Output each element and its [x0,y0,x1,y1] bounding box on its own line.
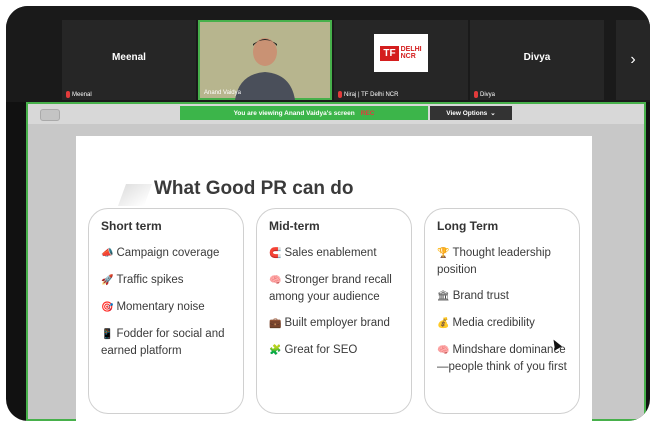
megaphone-icon: 📣 [101,248,114,259]
list-item: 🎯 Momentary noise [101,299,231,316]
list-item: 🧩 Great for SEO [269,342,399,359]
bank-icon: 🏛 [437,291,450,302]
mid-term-card: Mid-term 🧲 Sales enablement 🧠 Stronger bra… [256,208,412,414]
list-item: 🏆 Thought leadership position [437,247,551,276]
muted-mic-icon [338,91,342,98]
list-item: 🧠 Mindshare dominance—people think of you… [437,344,567,373]
chevron-down-icon: ⌄ [490,110,496,117]
slide-title: What Good PR can do [154,178,354,199]
muted-mic-icon [66,91,70,98]
share-toolbar: You are viewing Anand Vaidya's screen RE… [28,104,644,124]
list-item: 🏛 Brand trust [437,288,567,305]
tf-delhi-logo: TF DELHI NCR [374,34,428,72]
participant-tag: Niraj | TF Delhi NCR [338,91,398,98]
list-item: 📱 Fodder for social and earned platform [101,328,225,357]
shared-screen: You are viewing Anand Vaidya's screen RE… [26,102,646,421]
participant-tile-anand[interactable]: Anand Vaidya [198,20,332,100]
viewing-banner: You are viewing Anand Vaidya's screen RE… [180,106,428,120]
short-term-card: Short term 📣 Campaign coverage 🚀 Traffic s… [88,208,244,414]
long-term-card: Long Term 🏆 Thought leadership position 🏛… [424,208,580,414]
next-participants-button[interactable]: › [616,20,650,100]
trophy-icon: 🏆 [437,248,450,259]
presentation-slide: What Good PR can do Short term 📣 Campaign… [76,136,592,421]
list-item: 🧲 Sales enablement [269,245,399,262]
participant-strip: Meenal Meenal Anand Vaidya TF DELHI NCR N… [6,6,650,102]
list-item: 💼 Built employer brand [269,315,399,332]
participant-tag: Anand Vaidya [204,90,241,96]
window-control[interactable] [40,109,60,121]
muted-mic-icon [474,91,478,98]
list-item: 💰 Media credibility [437,315,567,332]
target-icon: 🎯 [101,302,114,313]
list-item: 📣 Campaign coverage [101,245,231,262]
participant-tag: Divya [474,91,495,98]
money-bag-icon: 💰 [437,318,450,329]
participant-tile-niraj[interactable]: TF DELHI NCR Niraj | TF Delhi NCR [334,20,468,100]
participant-tag: Meenal [66,91,92,98]
card-heading: Long Term [437,219,499,233]
magnet-icon: 🧲 [269,248,282,259]
participant-tile-meenal[interactable]: Meenal Meenal [62,20,196,100]
card-heading: Short term [101,219,162,233]
briefcase-icon: 💼 [269,318,282,329]
list-item: 🧠 Stronger brand recall among your audien… [269,274,392,303]
brain-icon: 🧠 [269,275,282,286]
participant-name: Divya [523,52,551,63]
card-heading: Mid-term [269,219,320,233]
puzzle-icon: 🧩 [269,345,282,356]
rocket-icon: 🚀 [101,275,114,286]
rec-indicator: REC [360,109,375,117]
brain-icon: 🧠 [437,345,450,356]
phone-icon: 📱 [101,329,114,340]
video-call-window: Meenal Meenal Anand Vaidya TF DELHI NCR N… [6,6,650,421]
participant-name: Meenal [112,52,146,63]
view-options-button[interactable]: View Options ⌄ [430,106,512,120]
decorative-shape [117,184,153,206]
list-item: 🚀 Traffic spikes [101,272,231,289]
participant-tile-divya[interactable]: Divya Divya [470,20,604,100]
